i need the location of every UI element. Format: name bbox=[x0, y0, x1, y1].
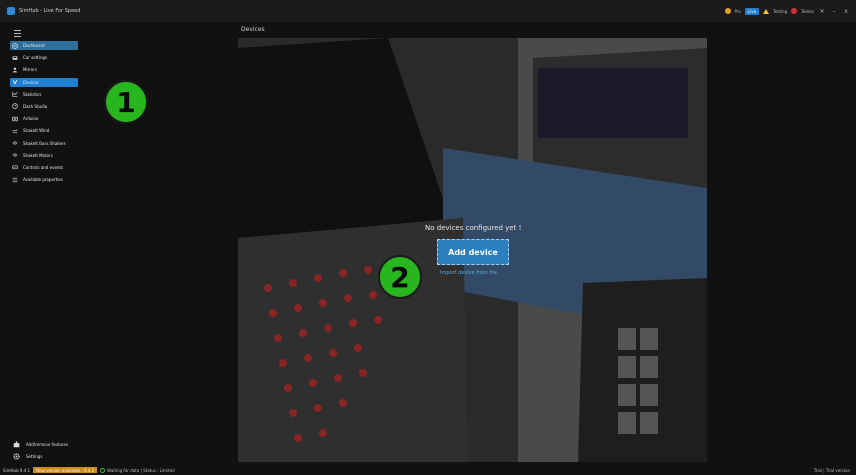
testen-label[interactable]: Testen bbox=[801, 9, 814, 14]
version-label: SimHub 9.4.1 bbox=[3, 467, 31, 473]
sidebar-item-car-settings[interactable]: Car settings bbox=[10, 53, 78, 62]
devices-panel: No devices configured yet ! Add device I… bbox=[238, 38, 707, 462]
add-remove-features-button[interactable]: Add/remove features bbox=[13, 439, 68, 449]
sidebar-bottom: Add/remove features Settings bbox=[13, 439, 68, 463]
title-bar: SimHub - Live For Speed Pro Live Testing… bbox=[0, 0, 856, 22]
sidebar-nav: Dashboard Car settings Mirrors Devices S… bbox=[10, 41, 78, 187]
sidebar-item-mirrors[interactable]: Mirrors bbox=[10, 65, 78, 74]
status-bar: SimHub 9.4.1 New version available : 9.4… bbox=[0, 465, 856, 475]
window-title: SimHub - Live For Speed bbox=[19, 8, 81, 14]
live-button[interactable]: Live bbox=[744, 7, 760, 15]
add-device-button[interactable]: Add device bbox=[437, 239, 509, 265]
pro-label[interactable]: Pro bbox=[735, 9, 741, 14]
page-title: Devices bbox=[241, 26, 265, 33]
annotation-marker-2: 2 bbox=[378, 255, 422, 299]
puzzle-icon bbox=[13, 440, 20, 447]
hamburger-menu-icon[interactable] bbox=[14, 30, 21, 39]
person-icon bbox=[12, 67, 18, 73]
testing-label[interactable]: Testing bbox=[773, 9, 787, 14]
sidebar-item-controls-and-events[interactable]: Controls and events bbox=[10, 163, 78, 172]
error-icon bbox=[791, 8, 798, 14]
sidebar-item-dash-studio[interactable]: Dash Studio bbox=[10, 102, 78, 111]
sidebar: Dashboard Car settings Mirrors Devices S… bbox=[0, 22, 90, 462]
dashboard-icon bbox=[12, 42, 18, 49]
title-bar-actions: Pro Live Testing Testen ✕ – x bbox=[724, 0, 850, 22]
wind-icon bbox=[12, 128, 18, 134]
bass-shaker-icon bbox=[12, 140, 18, 146]
minimize-button[interactable]: – bbox=[830, 8, 838, 15]
car-icon bbox=[12, 55, 18, 61]
arduino-icon bbox=[12, 116, 18, 122]
tools-button[interactable]: ✕ bbox=[818, 8, 826, 15]
import-device-link[interactable]: Import device from file bbox=[440, 270, 497, 276]
empty-state-message: No devices configured yet ! bbox=[425, 224, 522, 232]
sidebar-item-shakeit-wind[interactable]: ShakeIt Wind bbox=[10, 126, 78, 135]
annotation-marker-1: 1 bbox=[104, 80, 148, 124]
connection-status: Waiting for data | Status : Limited bbox=[107, 467, 175, 473]
coin-icon bbox=[724, 8, 731, 14]
sidebar-item-dashboard[interactable]: Dashboard bbox=[10, 41, 78, 50]
chart-icon bbox=[12, 91, 18, 97]
status-icon bbox=[100, 467, 106, 473]
motor-icon bbox=[12, 152, 18, 158]
app-logo-icon bbox=[7, 7, 15, 15]
list-icon bbox=[12, 177, 18, 183]
gear-icon bbox=[13, 452, 20, 460]
update-available-badge[interactable]: New version available : 9.4.2 bbox=[33, 467, 98, 473]
studio-icon bbox=[12, 103, 18, 110]
sidebar-item-available-properties[interactable]: Available properties bbox=[10, 175, 78, 184]
sidebar-item-arduino[interactable]: Arduino bbox=[10, 114, 78, 123]
license-label[interactable]: Trial | Trial version bbox=[814, 468, 850, 473]
devices-icon bbox=[12, 79, 18, 85]
settings-button[interactable]: Settings bbox=[13, 451, 68, 461]
controls-icon bbox=[12, 164, 18, 170]
close-button[interactable]: x bbox=[842, 8, 850, 15]
sidebar-item-statistics[interactable]: Statistics bbox=[10, 90, 78, 99]
sidebar-item-devices[interactable]: Devices bbox=[10, 77, 78, 87]
sidebar-item-shakeit-bass-shakers[interactable]: ShakeIt Bass Shakers bbox=[10, 139, 78, 148]
sidebar-item-shakeit-motors[interactable]: ShakeIt Motors bbox=[10, 151, 78, 160]
warning-icon bbox=[763, 8, 770, 14]
